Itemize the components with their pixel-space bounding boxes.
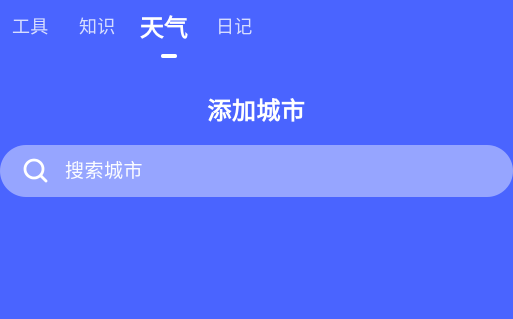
screen: { "tabs": [ { "label": "工具" }, { "label"… xyxy=(0,0,513,319)
search-placeholder: 搜索城市 xyxy=(65,160,144,182)
search-input[interactable]: 搜索城市 xyxy=(0,145,513,197)
page-title: 添加城市 xyxy=(207,97,306,126)
tab-knowledge[interactable]: 知识 xyxy=(79,15,115,41)
tab-label: 天气 xyxy=(140,14,188,42)
top-tabs: 工具 知识 天气 日记 xyxy=(0,0,513,64)
tab-label: 日记 xyxy=(216,17,253,38)
active-tab-indicator xyxy=(161,54,177,58)
tab-label: 工具 xyxy=(12,17,49,38)
tab-tools[interactable]: 工具 xyxy=(12,15,48,41)
tab-label: 知识 xyxy=(79,17,116,38)
search-icon xyxy=(22,157,50,185)
tab-diary[interactable]: 日记 xyxy=(216,15,252,41)
tab-weather[interactable]: 天气 xyxy=(140,14,188,58)
